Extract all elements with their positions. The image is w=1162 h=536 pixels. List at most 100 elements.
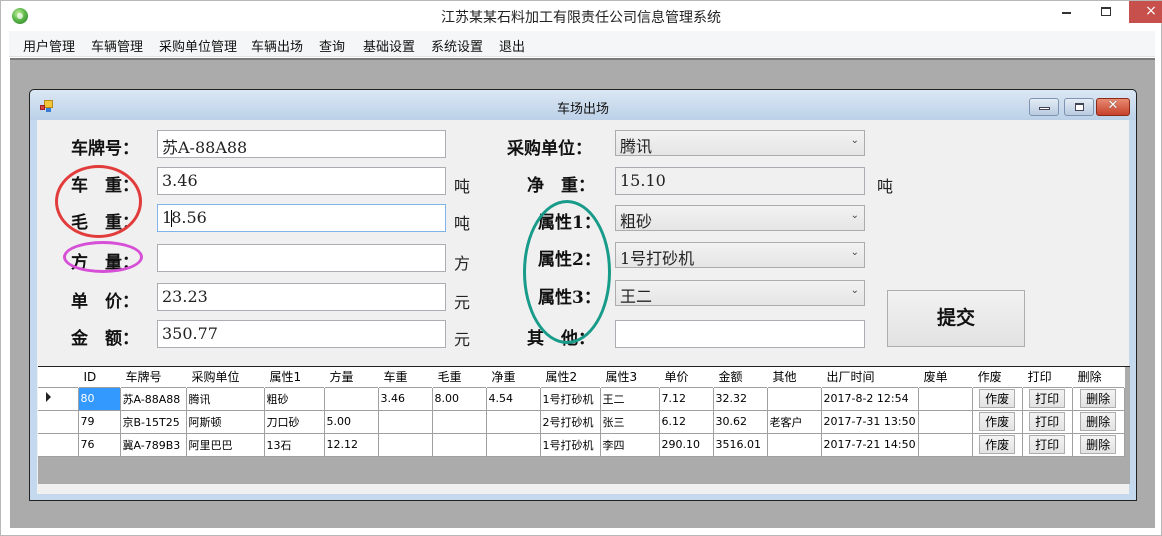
cell-tare[interactable]: 3.46	[377, 386, 433, 411]
cell-attr3[interactable]: 张三	[599, 409, 660, 434]
net-input[interactable]: 15.10	[615, 167, 865, 195]
delete-button[interactable]: 删除	[1080, 389, 1117, 408]
cell-time[interactable]: 2017-7-21 14:50	[820, 432, 919, 457]
cell-buyer[interactable]: 阿斯顿	[185, 409, 265, 434]
cell-amount[interactable]: 3516.01	[712, 432, 768, 457]
menu-exit[interactable]: 退出	[499, 36, 525, 55]
cell-buyer[interactable]: 腾讯	[185, 386, 265, 411]
cell-id[interactable]: 79	[77, 409, 121, 434]
column-header[interactable]: 删除	[1072, 367, 1125, 387]
child-minimize-button[interactable]	[1029, 98, 1059, 116]
cell-attr2[interactable]: 1号打砂机	[539, 386, 601, 411]
menu-basic-settings[interactable]: 基础设置	[363, 36, 415, 55]
column-header[interactable]: 毛重	[432, 367, 487, 387]
row-header[interactable]	[38, 409, 79, 434]
menu-vehicle-management[interactable]: 车辆管理	[91, 36, 143, 55]
cell-id[interactable]: 76	[77, 432, 121, 457]
volume-input[interactable]	[157, 244, 446, 272]
menu-user-management[interactable]: 用户管理	[23, 36, 75, 55]
cell-attr1[interactable]: 粗砂	[263, 386, 325, 411]
cell-volume[interactable]	[323, 386, 379, 411]
cell-volume[interactable]: 5.00	[323, 409, 379, 434]
menu-system-settings[interactable]: 系统设置	[431, 36, 483, 55]
other-input[interactable]	[615, 320, 865, 348]
cell-attr3[interactable]: 李四	[599, 432, 660, 457]
amount-input[interactable]: 350.77	[157, 320, 446, 348]
cell-void-flag[interactable]	[917, 432, 973, 457]
cell-attr1[interactable]: 刀口砂	[263, 409, 325, 434]
cell-plate[interactable]: 京B-15T25	[119, 409, 187, 434]
column-header[interactable]: 车重	[378, 367, 433, 387]
tare-input[interactable]: 3.46	[157, 167, 446, 195]
cell-attr2[interactable]: 1号打砂机	[539, 432, 601, 457]
close-button[interactable]: ×	[1129, 1, 1162, 23]
child-close-button[interactable]: ✕	[1096, 98, 1130, 116]
column-header[interactable]: 打印	[1022, 367, 1073, 387]
cell-amount[interactable]: 30.62	[712, 409, 768, 434]
column-header[interactable]: 出厂时间	[821, 367, 919, 387]
attr1-select[interactable]: 粗砂 ⌄	[615, 205, 865, 231]
cell-gross[interactable]	[431, 432, 487, 457]
gross-input[interactable]: 18.56	[157, 204, 446, 232]
cell-gross[interactable]	[431, 409, 487, 434]
cell-void-flag[interactable]	[917, 386, 973, 411]
unit-price-input[interactable]: 23.23	[157, 283, 446, 311]
cell-other[interactable]	[766, 386, 822, 411]
delete-button[interactable]: 删除	[1080, 412, 1117, 431]
table-row[interactable]: 76 冀A-789B3 阿里巴巴 13石 12.12 1号打砂机 李四 290.…	[38, 432, 1125, 457]
cell-plate[interactable]: 苏A-88A88	[119, 386, 187, 411]
cell-tare[interactable]	[377, 409, 433, 434]
column-header[interactable]: 其他	[767, 367, 822, 387]
row-header[interactable]	[38, 386, 79, 411]
column-header[interactable]: 单价	[659, 367, 714, 387]
cell-gross[interactable]: 8.00	[431, 386, 487, 411]
cell-buyer[interactable]: 阿里巴巴	[185, 432, 265, 457]
column-header[interactable]: 方量	[324, 367, 379, 387]
column-header[interactable]: 作废	[972, 367, 1023, 387]
cell-amount[interactable]: 32.32	[712, 386, 768, 411]
cell-net[interactable]: 4.54	[485, 386, 541, 411]
cell-attr1[interactable]: 13石	[263, 432, 325, 457]
cell-price[interactable]: 6.12	[658, 409, 714, 434]
table-row[interactable]: 79 京B-15T25 阿斯顿 刀口砂 5.00 2号打砂机 张三 6.12 3…	[38, 409, 1125, 434]
row-header[interactable]	[38, 432, 79, 457]
print-button[interactable]: 打印	[1029, 389, 1066, 408]
attr3-select[interactable]: 王二 ⌄	[615, 280, 865, 306]
print-button[interactable]: 打印	[1029, 435, 1066, 454]
column-header[interactable]: 属性2	[540, 367, 601, 387]
cell-price[interactable]: 290.10	[658, 432, 714, 457]
cell-time[interactable]: 2017-7-31 13:50	[820, 409, 919, 434]
column-header[interactable]: 净重	[486, 367, 541, 387]
cell-net[interactable]	[485, 432, 541, 457]
table-row[interactable]: 80 苏A-88A88 腾讯 粗砂 3.46 8.00 4.54 1号打砂机 王…	[38, 386, 1125, 411]
cell-attr3[interactable]: 王二	[599, 386, 660, 411]
plate-input[interactable]: 苏A-88A88	[157, 130, 446, 158]
child-maximize-button[interactable]	[1064, 98, 1094, 116]
cell-id[interactable]: 80	[77, 386, 121, 411]
cell-volume[interactable]: 12.12	[323, 432, 379, 457]
print-button[interactable]: 打印	[1029, 412, 1066, 431]
void-button[interactable]: 作废	[979, 435, 1016, 454]
column-header[interactable]: 金额	[713, 367, 768, 387]
column-header[interactable]: 车牌号	[120, 367, 187, 387]
cell-tare[interactable]	[377, 432, 433, 457]
cell-void-flag[interactable]	[917, 409, 973, 434]
void-button[interactable]: 作废	[979, 389, 1016, 408]
column-header[interactable]: 废单	[918, 367, 973, 387]
cell-price[interactable]: 7.12	[658, 386, 714, 411]
minimize-button[interactable]	[1051, 1, 1081, 23]
delete-button[interactable]: 删除	[1080, 435, 1117, 454]
cell-attr2[interactable]: 2号打砂机	[539, 409, 601, 434]
column-header[interactable]: 属性3	[600, 367, 660, 387]
menu-vehicle-exit[interactable]: 车辆出场	[251, 36, 303, 55]
column-header[interactable]: 采购单位	[186, 367, 265, 387]
menu-buyer-management[interactable]: 采购单位管理	[159, 36, 237, 55]
void-button[interactable]: 作废	[979, 412, 1016, 431]
cell-other[interactable]	[766, 432, 822, 457]
buyer-select[interactable]: 腾讯 ⌄	[615, 130, 865, 156]
maximize-button[interactable]	[1091, 1, 1121, 23]
cell-time[interactable]: 2017-8-2 12:54	[820, 386, 919, 411]
cell-other[interactable]: 老客户	[766, 409, 822, 434]
cell-plate[interactable]: 冀A-789B3	[119, 432, 187, 457]
cell-net[interactable]	[485, 409, 541, 434]
